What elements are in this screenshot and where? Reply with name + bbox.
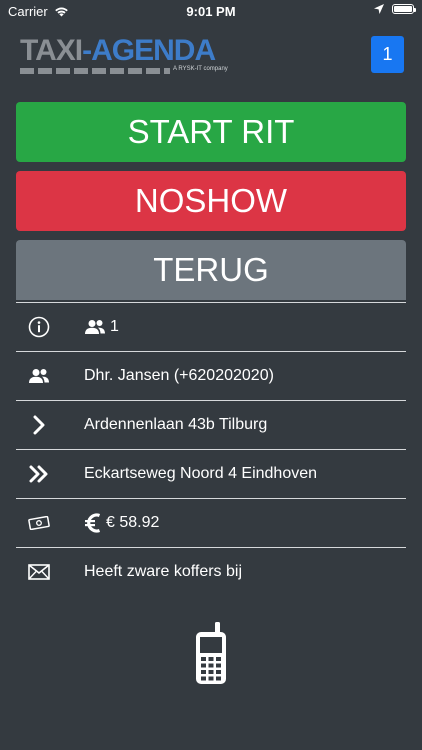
- ride-note: Heeft zware koffers bij: [84, 563, 242, 580]
- info-icon: [28, 316, 50, 338]
- customer-icon: [28, 365, 50, 387]
- detail-row-note: Heeft zware koffers bij: [16, 547, 406, 596]
- logo-wordmark: TAXI-AGENDA: [20, 34, 216, 67]
- destination-address: Eckartseweg Noord 4 Eindhoven: [84, 465, 318, 482]
- detail-row-destination: Eckartseweg Noord 4 Eindhoven: [16, 449, 406, 498]
- pickup-address: Ardennenlaan 43b Tilburg: [84, 416, 268, 433]
- clock: 9:01 PM: [186, 4, 236, 19]
- status-bar: Carrier 9:01 PM: [0, 0, 422, 22]
- passenger-count: 1: [110, 318, 119, 335]
- euro-icon: [85, 513, 101, 533]
- start-ride-button[interactable]: START RIT: [16, 102, 406, 162]
- detail-row-info: 1: [16, 302, 406, 351]
- logo-tagline: A RYSK-IT company: [173, 66, 228, 72]
- battery-icon: [392, 4, 416, 14]
- status-right-group: [374, 4, 416, 14]
- detail-row-price: € 58.92: [16, 498, 406, 547]
- passengers-icon: [85, 320, 105, 334]
- logo-agenda: AGENDA: [91, 34, 216, 67]
- money-bill-icon: [28, 512, 50, 534]
- header: TAXI-AGENDA A RYSK-IT company 1: [0, 22, 422, 102]
- call-phone-icon[interactable]: [193, 622, 229, 686]
- envelope-icon: [28, 561, 50, 583]
- detail-row-customer: Dhr. Jansen (+620202020): [16, 351, 406, 400]
- back-button[interactable]: TERUG: [16, 240, 406, 300]
- location-arrow-icon: [374, 4, 384, 14]
- price-amount: € 58.92: [106, 514, 160, 531]
- price-group: € 58.92: [84, 512, 159, 534]
- logo-taxi: TAXI: [20, 34, 83, 67]
- double-chevron-right-icon: [28, 463, 50, 485]
- noshow-button[interactable]: NOSHOW: [16, 171, 406, 231]
- detail-row-pickup: Ardennenlaan 43b Tilburg: [16, 400, 406, 449]
- logo-stripes: [20, 68, 170, 74]
- chevron-right-icon: [28, 414, 50, 436]
- passenger-count-group: 1: [84, 318, 119, 336]
- taxi-agenda-logo: TAXI-AGENDA A RYSK-IT company: [20, 36, 230, 78]
- ride-details-list: 1 Dhr. Jansen (+620202020) Ardennenlaan …: [16, 302, 406, 596]
- notification-count-button[interactable]: 1: [371, 36, 404, 73]
- logo-dash: -: [82, 34, 92, 67]
- customer-name-phone: Dhr. Jansen (+620202020): [84, 367, 274, 384]
